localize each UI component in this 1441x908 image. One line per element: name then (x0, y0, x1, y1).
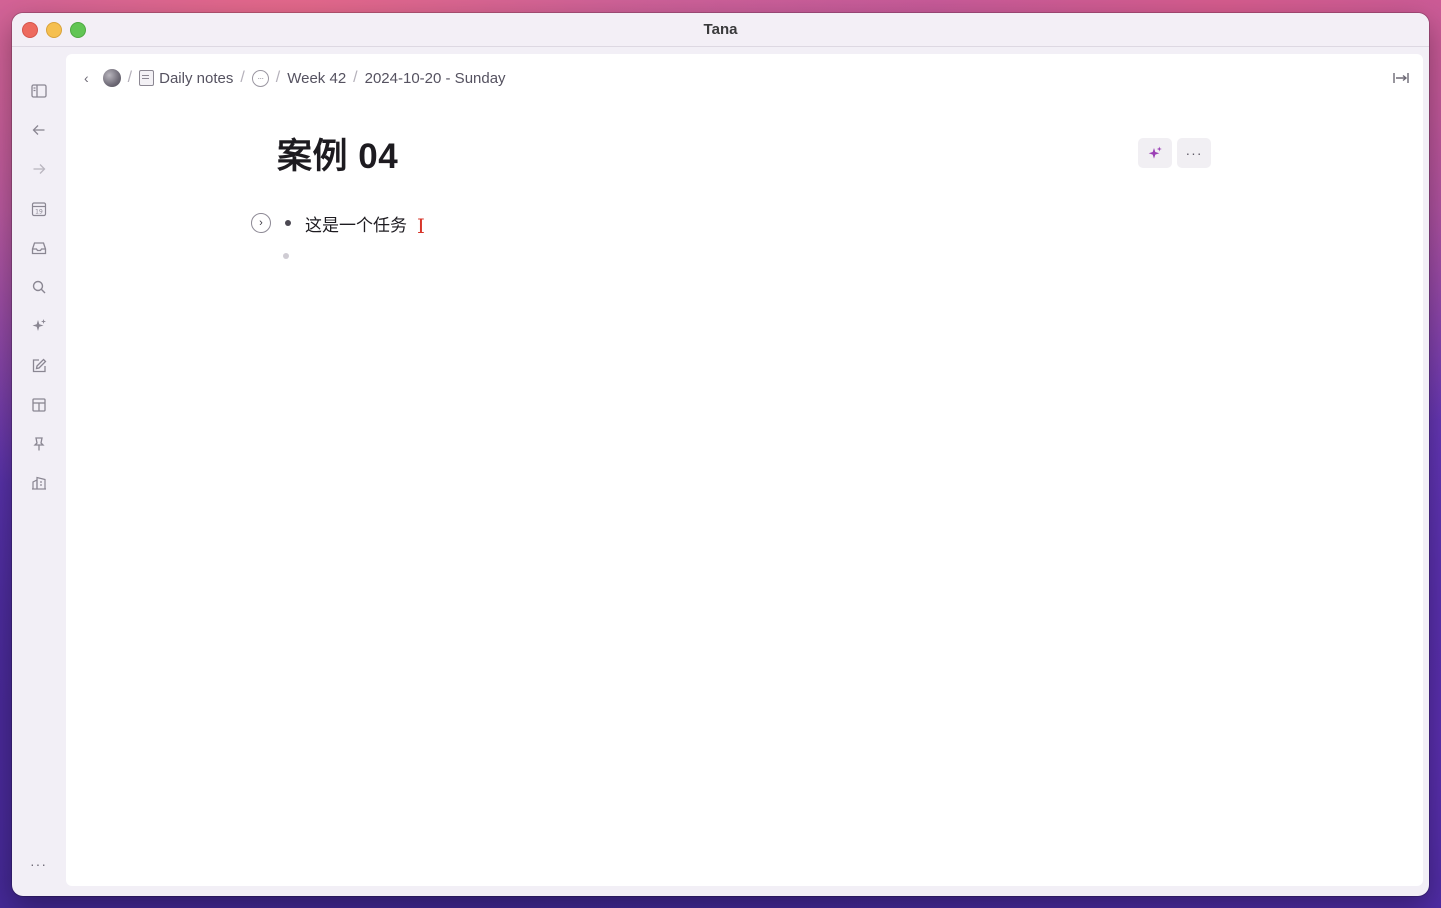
sparkle-icon (1148, 146, 1162, 159)
arrow-left-icon[interactable] (28, 119, 50, 141)
workspace-avatar[interactable] (102, 69, 121, 87)
text-cursor-icon: I (417, 214, 425, 238)
inbox-icon[interactable] (28, 237, 50, 259)
notebook-icon (139, 70, 155, 86)
pin-icon[interactable] (28, 433, 50, 455)
expand-width-icon[interactable] (1391, 68, 1411, 88)
page-more-button[interactable]: ··· (1177, 138, 1211, 168)
node-bullet[interactable] (285, 220, 291, 226)
building-icon[interactable] (28, 472, 50, 494)
main-panel: ‹ / Daily notes / ··· / Week 42 / 2024-1… (66, 54, 1423, 886)
chevron-right-icon[interactable]: › (251, 213, 271, 233)
breadcrumb-date[interactable]: 2024-10-20 - Sunday (365, 70, 506, 87)
calendar-icon[interactable]: 19 (28, 198, 50, 220)
breadcrumb-more-button[interactable]: ··· (251, 69, 269, 87)
sidebar-more-button[interactable]: ··· (30, 856, 47, 872)
breadcrumb-daily-notes[interactable]: Daily notes (139, 70, 233, 87)
app-window: Tana 19 ··· ‹ / Daily notes / ··· / Week… (12, 13, 1429, 896)
close-window-button[interactable] (22, 22, 38, 38)
breadcrumb-back-button[interactable]: ‹ (84, 70, 89, 86)
window-controls (22, 22, 86, 38)
svg-text:19: 19 (35, 208, 43, 215)
sparkle-icon[interactable] (28, 315, 50, 337)
minimize-window-button[interactable] (46, 22, 62, 38)
breadcrumb-week[interactable]: Week 42 (287, 70, 346, 87)
node-text[interactable]: 这是一个任务 (305, 211, 407, 236)
breadcrumb: ‹ / Daily notes / ··· / Week 42 / 2024-1… (84, 69, 506, 87)
window-title: Tana (703, 21, 738, 38)
empty-node-bullet[interactable] (283, 253, 289, 259)
page-title[interactable]: 案例 04 (277, 128, 398, 179)
search-icon[interactable] (28, 276, 50, 298)
ai-assist-button[interactable] (1138, 138, 1172, 168)
sidebar-icon[interactable] (28, 80, 50, 102)
list-item[interactable]: › 这是一个任务 I (251, 211, 425, 238)
edit-icon[interactable] (28, 355, 50, 377)
arrow-right-icon[interactable] (28, 158, 50, 180)
sidebar: 19 ··· (12, 47, 66, 896)
layout-icon[interactable] (28, 394, 50, 416)
maximize-window-button[interactable] (70, 22, 86, 38)
titlebar: Tana (12, 13, 1429, 47)
